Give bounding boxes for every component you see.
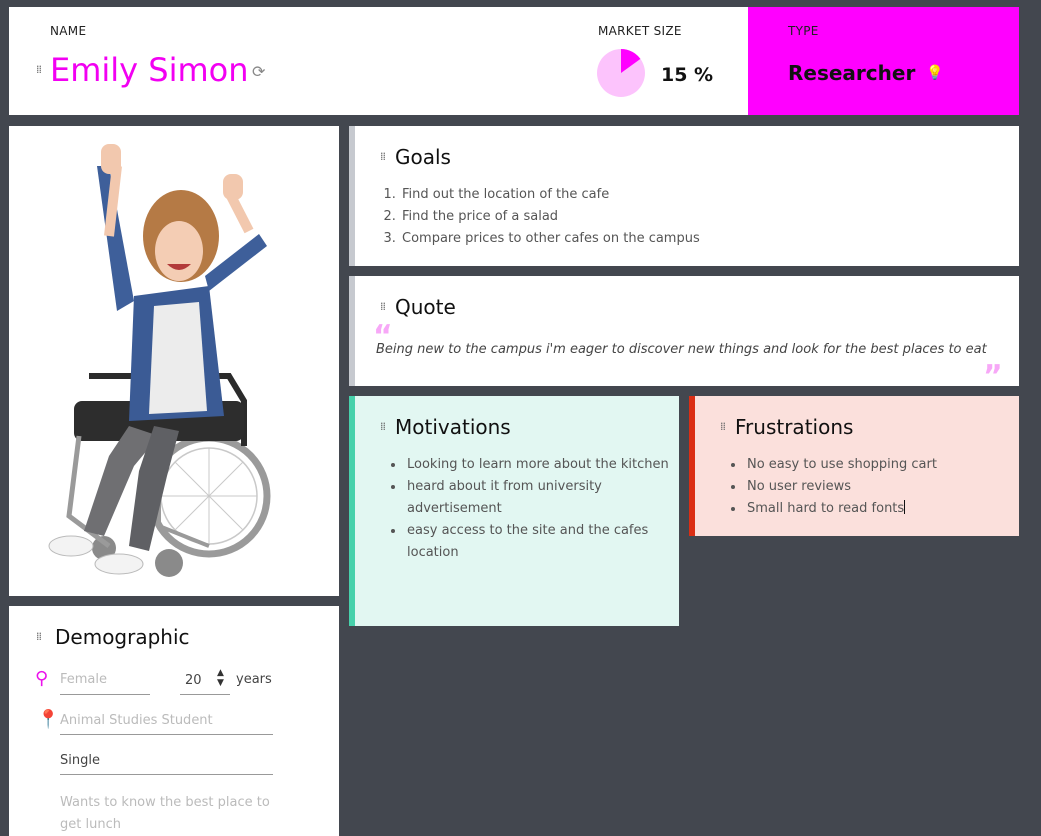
motivation-item[interactable]: easy access to the site and the cafes lo… bbox=[405, 520, 675, 564]
goals-list[interactable]: Find out the location of the cafe Find t… bbox=[380, 184, 700, 250]
frustrations-list[interactable]: No easy to use shopping cart No user rev… bbox=[725, 454, 1025, 520]
market-size-pie bbox=[597, 49, 645, 97]
drag-handle-icon[interactable]: ⁞⁞ bbox=[380, 151, 386, 162]
location-input[interactable]: Animal Studies Student bbox=[60, 713, 213, 728]
goal-item[interactable]: Find out the location of the cafe bbox=[400, 184, 700, 206]
gender-icon: ⚲ bbox=[35, 668, 49, 689]
location-pin-icon: 📍 bbox=[37, 709, 60, 730]
lightbulb-icon: 💡 bbox=[926, 65, 944, 81]
goal-item[interactable]: Compare prices to other cafes on the cam… bbox=[400, 228, 700, 250]
demographic-card[interactable]: ⁞⁞ Demographic ⚲ Female 20 ▲ ▼ years 📍 An… bbox=[9, 606, 339, 836]
gender-underline bbox=[60, 694, 150, 695]
market-size-label: MARKET SIZE bbox=[598, 24, 682, 38]
name-label: NAME bbox=[50, 24, 87, 38]
gender-input[interactable]: Female bbox=[60, 672, 107, 687]
drag-handle-icon[interactable]: ⁞⁞ bbox=[36, 631, 42, 642]
type-value[interactable]: Researcher bbox=[788, 61, 915, 85]
persona-photo-image bbox=[9, 126, 339, 596]
age-underline bbox=[180, 694, 230, 695]
quote-text[interactable]: Being new to the campus i'm eager to dis… bbox=[376, 342, 987, 357]
frustration-item[interactable]: No easy to use shopping cart bbox=[745, 454, 1025, 476]
type-panel[interactable]: TYPE Researcher 💡 bbox=[748, 7, 1019, 115]
stepper-arrows-icon[interactable]: ▲ ▼ bbox=[217, 668, 224, 688]
drag-handle-icon[interactable]: ⁞⁞ bbox=[36, 64, 42, 75]
frustration-item[interactable]: No user reviews bbox=[745, 476, 1025, 498]
frustrations-title: Frustrations bbox=[735, 415, 854, 439]
status-input[interactable]: Single bbox=[60, 753, 100, 768]
goal-item[interactable]: Find the price of a salad bbox=[400, 206, 700, 228]
motivation-item[interactable]: Looking to learn more about the kitchen bbox=[405, 454, 675, 476]
drag-handle-icon[interactable]: ⁞⁞ bbox=[720, 421, 726, 432]
status-underline bbox=[60, 774, 273, 775]
quote-card[interactable]: ⁞⁞ Quote “ Being new to the campus i'm e… bbox=[349, 276, 1019, 392]
age-unit: years bbox=[236, 672, 272, 687]
market-size-value[interactable]: 15 % bbox=[661, 64, 713, 86]
frustration-item-text: Small hard to read fonts bbox=[747, 501, 905, 516]
frustration-item[interactable]: Small hard to read fonts bbox=[745, 498, 1025, 520]
motivations-title: Motivations bbox=[395, 415, 511, 439]
quote-close-icon: ” bbox=[983, 359, 1003, 394]
text-cursor bbox=[904, 500, 906, 514]
motivations-list[interactable]: Looking to learn more about the kitchen … bbox=[385, 454, 675, 564]
age-input[interactable]: 20 bbox=[185, 673, 202, 688]
type-label: TYPE bbox=[788, 24, 819, 38]
goals-card[interactable]: ⁞⁞ Goals Find out the location of the ca… bbox=[349, 126, 1019, 266]
persona-photo[interactable] bbox=[9, 126, 339, 596]
frustrations-card[interactable]: ⁞⁞ Frustrations No easy to use shopping … bbox=[689, 396, 1019, 536]
location-underline bbox=[60, 734, 273, 735]
demographic-title: Demographic bbox=[55, 625, 190, 649]
persona-header: NAME ⁞⁞ Emily Simon ⟳ MARKET SIZE 15 % T… bbox=[9, 7, 1019, 115]
persona-name[interactable]: Emily Simon bbox=[50, 51, 249, 89]
quote-title: Quote bbox=[395, 295, 456, 319]
motivation-item[interactable]: heard about it from university advertise… bbox=[405, 476, 675, 520]
refresh-icon[interactable]: ⟳ bbox=[252, 62, 265, 81]
motivations-card[interactable]: ⁞⁞ Motivations Looking to learn more abo… bbox=[349, 396, 679, 626]
drag-handle-icon[interactable]: ⁞⁞ bbox=[380, 301, 386, 312]
goals-title: Goals bbox=[395, 145, 451, 169]
drag-handle-icon[interactable]: ⁞⁞ bbox=[380, 421, 386, 432]
notes-input[interactable]: Wants to know the best place to get lunc… bbox=[60, 792, 290, 836]
